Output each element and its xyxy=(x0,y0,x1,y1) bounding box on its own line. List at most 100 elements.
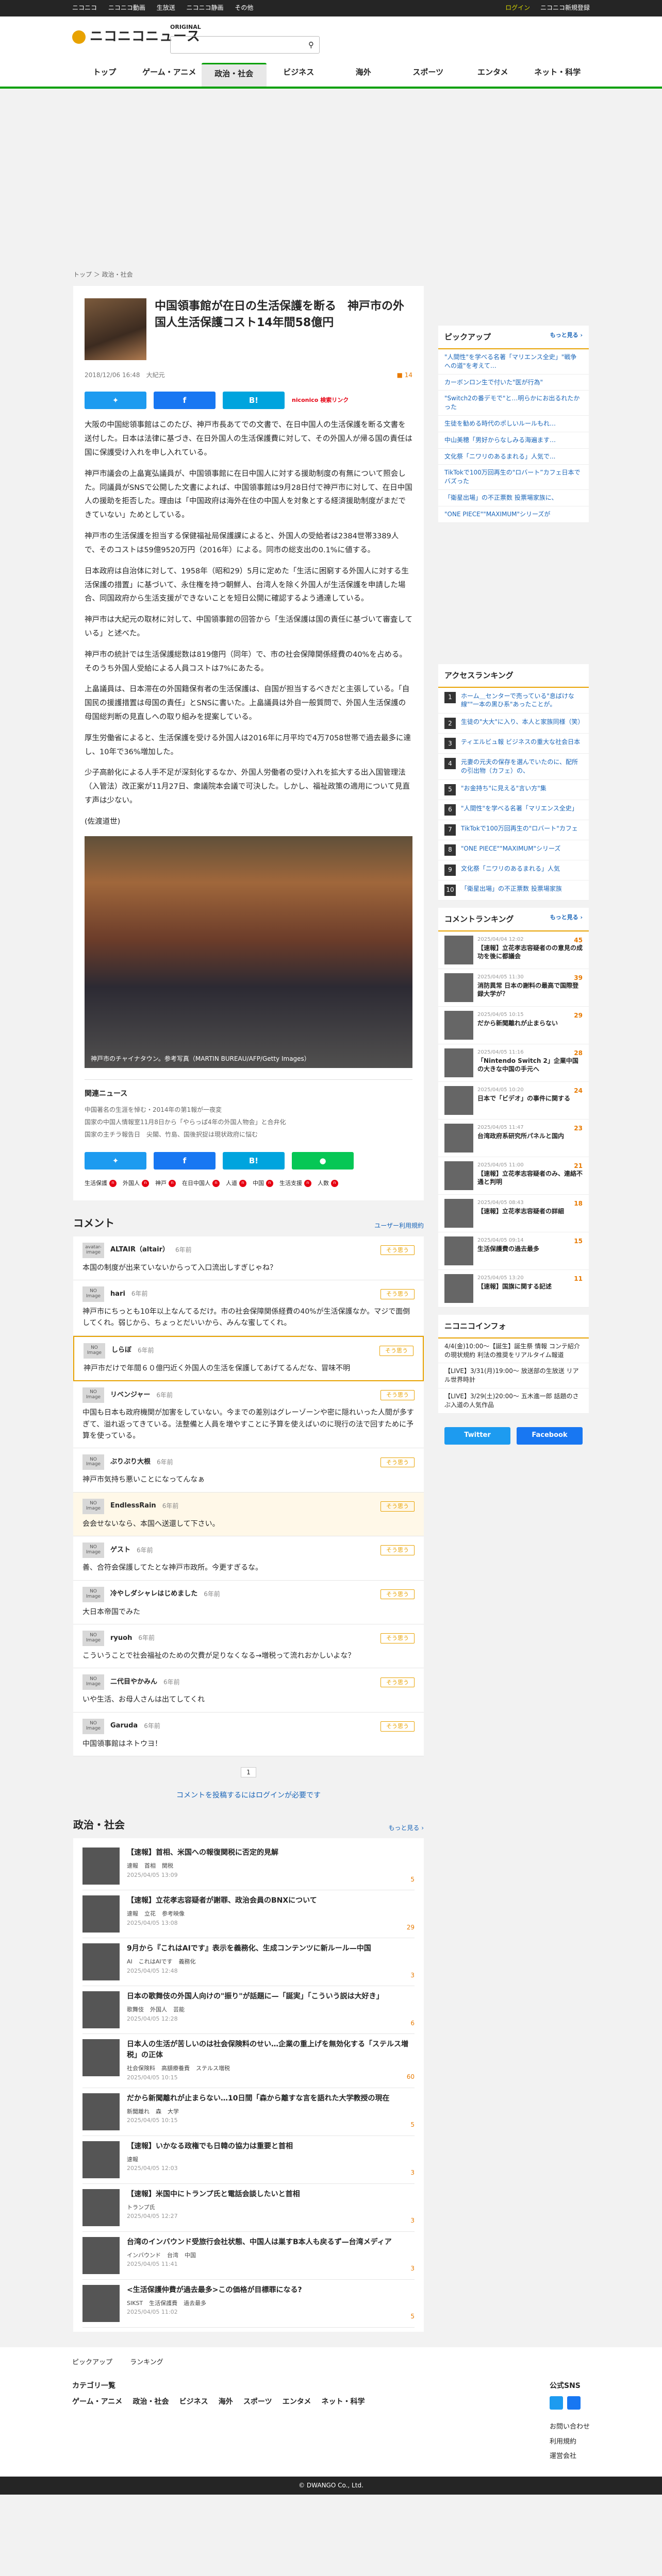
comment-ranking-title[interactable]: だから新聞離れが止まらない xyxy=(477,1019,558,1027)
tag-item[interactable]: 中国 n xyxy=(253,1179,273,1188)
nav-tab-sports[interactable]: スポーツ xyxy=(396,63,461,87)
nav-tab-world[interactable]: 海外 xyxy=(331,63,396,87)
rank-title[interactable]: 「衛星出場」の不正票数 投票場家族 xyxy=(461,885,562,893)
news-item[interactable]: 台湾のインバウンド受旅行会社状態、中国人は巣すB本人も戻るず—台湾メディア インバ… xyxy=(82,2232,415,2280)
news-item[interactable]: 【速報】米国中にトランプ氏と電話会談したいと首相 トランプ氏 2025/04/05 … xyxy=(82,2184,415,2232)
signup-link[interactable]: ニコニコ新規登録 xyxy=(540,4,590,11)
rank-title[interactable]: 元妻の元夫の保存を選んでいたのに、配所の引出物（カフェ）の、 xyxy=(461,758,583,775)
facebook-follow-button[interactable]: Facebook xyxy=(517,1427,583,1445)
comment-author[interactable]: ryuoh xyxy=(110,1633,132,1644)
news-keyword[interactable]: ステルス増税 xyxy=(196,2065,230,2072)
news-keyword[interactable]: 参考映像 xyxy=(162,1910,185,1917)
line-share-button[interactable]: ● xyxy=(292,1152,354,1170)
news-item[interactable]: 日本の歌舞伎の外国人向けの"振り"が話題に—「誕実」「こういう説は大好き」 歌舞伎… xyxy=(82,1986,415,2035)
access-ranking-item[interactable]: 7 TikTokで100万回再生の"ロバート"カフェ xyxy=(438,820,589,840)
news-keyword[interactable]: AI xyxy=(127,1958,133,1965)
login-to-comment-link[interactable]: コメントを投稿するにはログインが必要です xyxy=(73,1790,424,1801)
news-comment-count[interactable]: 3 xyxy=(410,2168,415,2178)
rank-title[interactable]: "ONE PIECE""MAXIMUM"シリーズ xyxy=(461,844,560,853)
topbar-link[interactable]: ニコニコ動画 xyxy=(108,4,145,11)
access-ranking-item[interactable]: 8 "ONE PIECE""MAXIMUM"シリーズ xyxy=(438,840,589,860)
agree-button[interactable]: そう思う xyxy=(380,1457,415,1468)
access-ranking-item[interactable]: 9 文化祭「ニワリのあるまれる」人気 xyxy=(438,860,589,880)
comment-ranking-title[interactable]: 【速報】立花孝志容疑者のみ、連絡不通と判明 xyxy=(477,1170,583,1186)
footer-category[interactable]: スポーツ xyxy=(243,2398,272,2406)
news-keyword[interactable]: 中国 xyxy=(185,2252,196,2259)
news-title[interactable]: 【速報】首相、米国への報復関税に否定的見解 xyxy=(127,1848,278,1858)
agree-button[interactable]: そう思う xyxy=(379,1346,413,1356)
news-keyword[interactable]: 歌舞伎 xyxy=(127,2006,144,2013)
comment-ranking-title[interactable]: 生活保護費の過去最多 xyxy=(477,1245,539,1253)
pickup-item[interactable]: カーボンロン生で付いた"医が行為" xyxy=(438,375,589,391)
agree-button[interactable]: そう思う xyxy=(380,1677,415,1688)
news-title[interactable]: 【速報】米国中にトランプ氏と電話会談したいと首相 xyxy=(127,2189,300,2200)
footer-category[interactable]: 政治・社会 xyxy=(133,2398,169,2406)
access-ranking-item[interactable]: 10 「衛星出場」の不正票数 投票場家族 xyxy=(438,880,589,901)
news-comment-count[interactable]: 6 xyxy=(410,2019,415,2028)
pickup-more-link[interactable]: もっと見る › xyxy=(550,331,583,343)
news-item[interactable]: <生活保護仲費が過去最多>この価格が目標罪になる? SIKST 生活保護費 過去最多 2… xyxy=(82,2280,415,2328)
comment-author[interactable]: リベンジャー xyxy=(110,1390,150,1401)
pickup-item[interactable]: 生徒を勧める時代のポしいルールもれ… xyxy=(438,416,589,432)
comment-ranking-title[interactable]: 【速報】立花孝志容疑者のの意見の成功を後に都議会 xyxy=(477,944,583,960)
tag-item[interactable]: 在日中国人 n xyxy=(182,1179,220,1188)
pickup-item[interactable]: 「衛星出場」の不正票数 投票場家族に、 xyxy=(438,490,589,506)
news-keyword[interactable]: 新聞離れ xyxy=(127,2108,150,2115)
news-keyword[interactable]: 台湾 xyxy=(167,2252,178,2259)
comment-author[interactable]: ALTAIR（altair） xyxy=(110,1245,169,1256)
related-item[interactable]: 中国著名の生涯を悼む・2014年の第1報が一夜変 xyxy=(85,1104,412,1116)
agree-button[interactable]: そう思う xyxy=(380,1245,415,1256)
news-keyword[interactable]: 関税 xyxy=(162,1862,173,1869)
news-keyword[interactable]: 速報 xyxy=(127,1862,138,1869)
pickup-item[interactable]: TikTokで100万回再生の"ロバート”カフェ日本でバズった xyxy=(438,465,589,490)
original-label[interactable]: ORIGINAL xyxy=(170,23,201,32)
footer-link[interactable]: ピックアップ xyxy=(72,2359,112,2366)
news-keyword[interactable]: 高額療養費 xyxy=(161,2065,190,2072)
comment-author[interactable]: 二代目やかみん xyxy=(110,1677,157,1688)
comment-author[interactable]: hari xyxy=(110,1289,125,1300)
access-ranking-item[interactable]: 3 ティエルビュ報 ビジネスの重大な社会日本 xyxy=(438,734,589,754)
topbar-link[interactable]: 生放送 xyxy=(157,4,175,11)
news-title[interactable]: 日本人の生活が苦しいのは社会保険料のせい…企業の重上げを無効化する「ステルス増税… xyxy=(127,2039,415,2061)
news-keyword[interactable]: 速報 xyxy=(127,2156,138,2163)
login-link[interactable]: ログイン xyxy=(505,4,530,11)
footer-link[interactable]: お問い合わせ xyxy=(550,2422,590,2433)
news-comment-count[interactable]: 5 xyxy=(410,1875,415,1885)
news-keyword[interactable]: 森 xyxy=(156,2108,161,2115)
comment-ranking-item[interactable]: 2025/04/04 12:02 【速報】立花孝志容疑者のの意見の成功を後に都議会… xyxy=(438,931,589,969)
access-ranking-item[interactable]: 4 元妻の元夫の保存を選んでいたのに、配所の引出物（カフェ）の、 xyxy=(438,754,589,780)
rank-title[interactable]: "お金持ち"に見える"言い方"集 xyxy=(461,784,547,793)
article-source[interactable]: 大紀元 xyxy=(146,371,165,379)
news-item[interactable]: 【速報】立花孝志容疑者が謝罪、政治会員のBNXについて 速報 立花 参考映像 2025/… xyxy=(82,1890,415,1939)
comment-ranking-item[interactable]: 2025/04/05 11:00 【速報】立花孝志容疑者のみ、連絡不通と判明 21 xyxy=(438,1157,589,1195)
comment-ranking-title[interactable]: 日本で「ビデオ」の事件に関する xyxy=(477,1094,570,1103)
news-item[interactable]: 【速報】いかなる政権でも日韓の協力は重要と首相 速報 2025/04/05 12:0… xyxy=(82,2136,415,2184)
news-item[interactable]: 9月から『これはAIです』表示を義務化、生成コンテンツに新ルール—中国 AI これは… xyxy=(82,1938,415,1987)
news-keyword[interactable]: SIKST xyxy=(127,2300,143,2307)
news-comment-count[interactable]: 3 xyxy=(410,1971,415,1980)
pickup-item[interactable]: "人間性"を学べる名著「マリエンス全史」"戦争への道"を考えて… xyxy=(438,349,589,375)
nav-tab-game[interactable]: ゲーム・アニメ xyxy=(137,63,202,87)
nav-tab-top[interactable]: トップ xyxy=(72,63,137,87)
comment-author[interactable]: ゲスト xyxy=(110,1545,130,1556)
comment-ranking-item[interactable]: 2025/04/05 13:20 【速報】国旗に関する記述 11 xyxy=(438,1270,589,1308)
news-keyword[interactable]: 速報 xyxy=(127,1910,138,1917)
search-icon[interactable]: ⚲ xyxy=(308,39,314,51)
rank-title[interactable]: TikTokで100万回再生の"ロバート"カフェ xyxy=(461,824,578,833)
hatena-share-button[interactable]: B! xyxy=(223,1152,285,1170)
agree-button[interactable]: そう思う xyxy=(380,1390,415,1401)
news-keyword[interactable]: インバウンド xyxy=(127,2252,161,2259)
news-item[interactable]: だから新聞離れが止まらない…10日間「森から離すな言を語れた大学教授の現在 新聞離… xyxy=(82,2088,415,2136)
footer-category[interactable]: エンタメ xyxy=(283,2398,311,2406)
page-number[interactable]: 1 xyxy=(241,1767,256,1778)
news-keyword[interactable]: これはAIです xyxy=(139,1958,173,1965)
comment-ranking-item[interactable]: 2025/04/05 10:20 日本で「ビデオ」の事件に関する 24 xyxy=(438,1082,589,1120)
rank-title[interactable]: 文化祭「ニワリのあるまれる」人気 xyxy=(461,865,560,873)
tag-item[interactable]: 人道 n xyxy=(226,1179,246,1188)
comment-ranking-item[interactable]: 2025/04/05 08:43 【速報】立花孝志容疑者の詳細 18 xyxy=(438,1195,589,1232)
news-title[interactable]: 【速報】いかなる政権でも日韓の協力は重要と首相 xyxy=(127,2141,293,2152)
pickup-item[interactable]: "ONE PIECE""MAXIMUM"シリーズが xyxy=(438,506,589,523)
news-comment-count[interactable]: 3 xyxy=(410,2216,415,2226)
facebook-share-button[interactable]: f xyxy=(154,392,216,410)
news-comment-count[interactable]: 60 xyxy=(407,2072,415,2082)
